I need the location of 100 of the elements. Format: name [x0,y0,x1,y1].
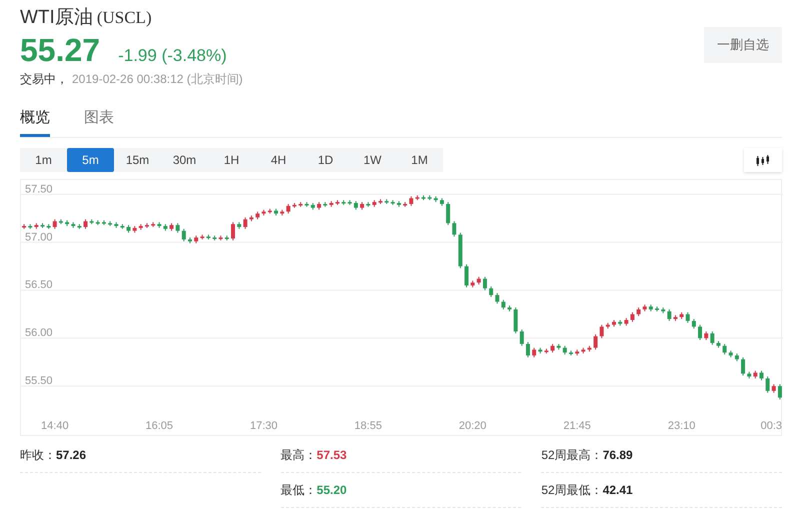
candle [157,222,162,228]
axis-label: 23:10 [668,420,696,432]
candle [526,342,530,358]
candle [182,228,186,242]
candle [422,194,426,201]
candle [151,222,156,228]
candle [618,319,622,326]
candle [28,224,32,230]
period-button[interactable]: 30m [161,148,208,172]
candle [760,370,764,381]
candle [52,218,57,230]
period-button[interactable]: 5m [67,148,114,172]
candle [415,194,420,201]
candle [409,196,414,206]
candle [90,218,94,225]
axis-label: 18:55 [354,420,382,432]
candle [514,307,518,334]
tab[interactable]: 概览 [20,102,50,137]
period-button[interactable]: 1M [396,148,443,172]
period-button[interactable]: 1D [302,148,349,172]
candle [132,226,137,234]
candle [348,200,352,206]
candle [292,202,296,208]
axis-label: 16:05 [146,420,174,432]
candle [458,232,462,269]
candle [84,218,88,230]
candle [655,306,660,312]
candle [710,330,714,346]
candle [237,222,242,230]
period-button[interactable]: 1H [208,148,255,172]
candle [77,224,82,230]
candle [212,235,217,241]
candle [34,222,38,230]
candle [698,324,702,341]
candle [46,224,51,230]
candle [538,347,542,354]
candle [692,318,696,330]
candle [722,343,727,355]
candle [360,202,364,210]
tab[interactable]: 图表 [84,102,114,137]
candle [606,322,610,330]
chart-type-button[interactable] [744,148,782,172]
period-button[interactable]: 1W [349,148,396,172]
candle [354,200,358,210]
candle [323,202,328,208]
candle [188,237,192,244]
candle [280,209,284,216]
candle [747,371,752,379]
stat-value: 57.53 [316,448,347,462]
candle [440,198,444,206]
stat-value: 76.89 [602,448,633,462]
stat-label: 52周最低： [541,482,603,498]
axis-label: 00:3 [760,420,782,432]
candle [704,330,708,341]
candle [648,304,653,312]
candle [544,348,548,354]
candle [176,222,180,234]
candle [310,202,315,210]
candle [642,304,647,312]
candle [680,312,684,320]
remove-watchlist-button[interactable]: 一删自选 [704,27,782,63]
period-button[interactable]: 4H [255,148,302,172]
candle [317,202,322,210]
candle [667,308,672,322]
candle [612,319,616,328]
candle [594,334,598,350]
candle [256,211,260,220]
candle [274,208,278,216]
candle [569,350,573,356]
candle [520,329,524,346]
candle [126,224,131,234]
candle [200,234,204,240]
candle [224,235,229,241]
axis-label: 57.00 [25,231,53,244]
candle [403,202,408,208]
candle [114,222,118,228]
candle [556,343,561,350]
candle [470,280,475,288]
candle [163,224,168,232]
axis-label: 56.00 [25,327,53,340]
period-button[interactable]: 15m [114,148,161,172]
candle [96,220,100,226]
candle [495,292,500,304]
candle [734,353,739,362]
candle [120,224,124,230]
period-button[interactable]: 1m [20,148,67,172]
axis-label: 14:40 [41,420,69,432]
candle [304,202,309,208]
instrument-code: (USCL) [96,8,152,28]
candle [170,222,174,232]
timestamp: 2019-02-26 00:38:12 (北京时间) [72,71,243,88]
price-change: -1.99 (-3.48%) [118,46,227,66]
candle [476,276,481,285]
candle [262,209,266,216]
candle [396,200,401,208]
axis-label: 17:30 [250,420,278,432]
axis-label: 55.50 [25,375,53,388]
candle [366,202,370,208]
price: 55.27 [20,32,100,69]
candle [630,312,634,322]
